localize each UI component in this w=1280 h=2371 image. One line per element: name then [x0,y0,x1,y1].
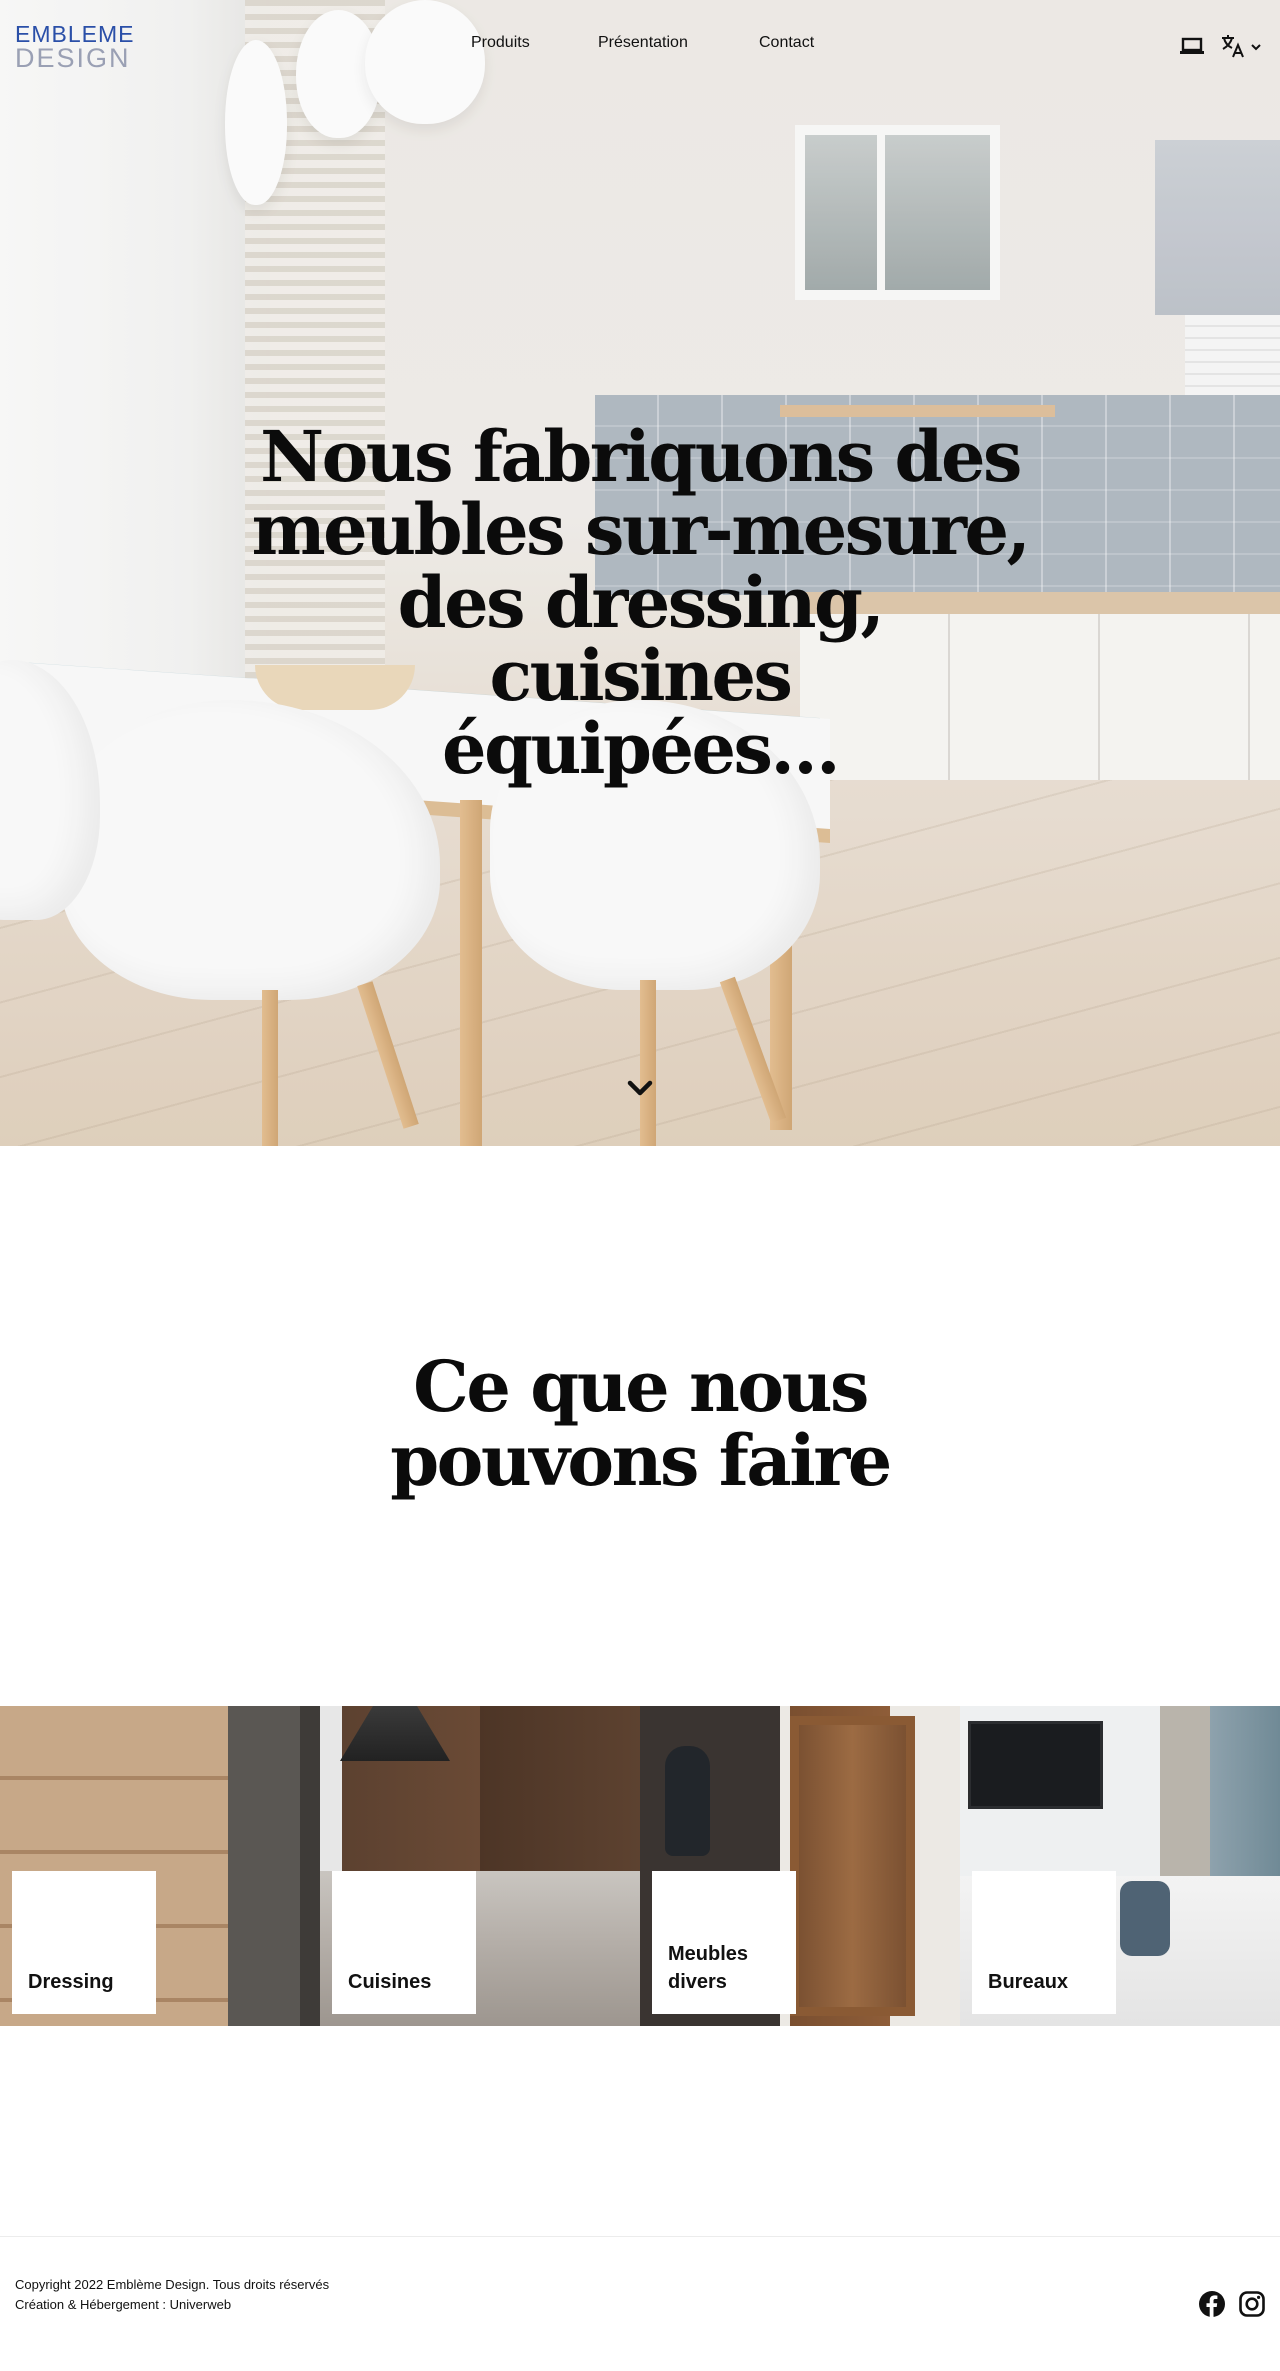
services-title-line: pouvons faire [390,1419,892,1502]
hero-title-line: meubles sur-mesure, [251,488,1031,571]
main-nav: Produits Présentation Contact [0,34,1280,58]
card-label-box: Cuisines [332,1871,476,2014]
footer-text: Copyright 2022 Emblème Design. Tous droi… [15,2275,329,2315]
hero-title: Nous fabriquons des meubles sur-mesure, … [240,420,1040,785]
nav-item-contact[interactable]: Contact [759,34,814,52]
services-cards: Dressing Cuisines Meubles divers Bureaux [0,1706,1280,2026]
site-header: EMBLEME DESIGN Produits Présentation Con… [0,0,1280,90]
card-label: Meubles divers [668,1940,748,1996]
footer-copyright: Copyright 2022 Emblème Design. Tous droi… [15,2277,330,2292]
card-bg-tv [968,1721,1103,1809]
hero-title-line: Nous fabriquons des [260,415,1022,498]
card-label: Bureaux [988,1971,1069,1993]
service-card-bureaux[interactable]: Bureaux [960,1706,1280,2026]
card-label-box: Bureaux [972,1871,1116,2014]
card-label-line: divers [668,1971,727,1993]
card-bg-hood [340,1706,450,1761]
hero-section: Nous fabriquons des meubles sur-mesure, … [0,0,1280,1146]
card-label-box: Dressing [12,1871,156,2014]
hero-title-line: des dressing, cuisines [397,561,885,717]
hero-title-line: équipées… [442,707,840,790]
language-switcher[interactable] [1220,33,1264,59]
service-card-cuisines[interactable]: Cuisines [320,1706,640,2026]
card-bg-chair [1120,1881,1170,1956]
card-label: Dressing [28,1971,114,1993]
chevron-down-icon [627,1080,653,1096]
nav-item-presentation[interactable]: Présentation [598,34,688,52]
footer-credit[interactable]: Création & Hébergement : Univerweb [15,2295,329,2315]
service-card-dressing[interactable]: Dressing [0,1706,320,2026]
instagram-icon [1239,2291,1265,2317]
translate-icon [1222,35,1244,58]
card-label-box: Meubles divers [652,1871,796,2014]
card-bg-coat [665,1746,710,1856]
service-card-meubles-divers[interactable]: Meubles divers [640,1706,960,2026]
instagram-link[interactable] [1238,2290,1266,2318]
laptop-icon [1180,37,1204,54]
card-bg-door [790,1716,915,2016]
card-label: Cuisines [348,1971,432,1993]
services-title: Ce que nous pouvons faire [240,1350,1040,1498]
facebook-link[interactable] [1198,2290,1226,2318]
chevron-down-icon [1251,44,1261,51]
services-title-line: Ce que nous [413,1345,869,1428]
footer-divider [0,2236,1280,2237]
facebook-icon [1199,2291,1225,2317]
nav-item-produits[interactable]: Produits [471,34,530,52]
card-label-line: Meubles [668,1943,749,1965]
scroll-down-button[interactable] [624,1076,656,1100]
device-switch-button[interactable] [1179,37,1205,55]
